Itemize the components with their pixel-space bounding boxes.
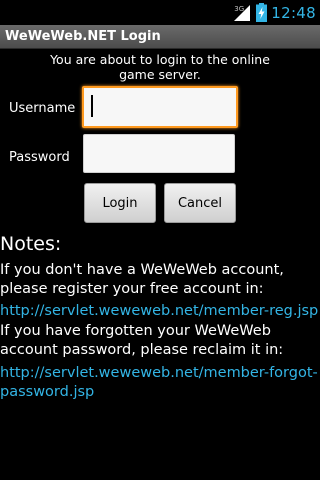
password-label: Password [9, 150, 70, 165]
notes-heading: Notes: [0, 233, 62, 255]
signal-indicator: 3G [232, 4, 252, 22]
cancel-button[interactable]: Cancel [164, 183, 236, 223]
register-note: If you don't have a WeWeWeb account, ple… [0, 262, 284, 297]
window-title: WeWeWeb.NET Login [5, 29, 161, 44]
battery-indicator [256, 3, 268, 22]
status-bar: 3G 12:48 [0, 0, 320, 25]
register-link[interactable]: http://servlet.weweweb.net/member-reg.js… [0, 302, 320, 321]
text-cursor [91, 95, 93, 117]
network-type-label: 3G [234, 4, 245, 13]
battery-charging-icon [256, 3, 268, 22]
forgot-note: If you have forgotten your WeWeWeb accou… [0, 323, 284, 358]
username-input[interactable] [82, 86, 238, 128]
login-button[interactable]: Login [84, 183, 156, 223]
intro-text: You are about to login to the online gam… [50, 52, 270, 82]
password-input[interactable] [83, 134, 235, 173]
forgot-password-link[interactable]: http://servlet.weweweb.net/member-forgot… [0, 364, 320, 402]
title-bar: WeWeWeb.NET Login [0, 25, 320, 49]
status-clock: 12:48 [271, 3, 316, 22]
status-icons: 3G 12:48 [232, 0, 316, 25]
username-label: Username [9, 101, 76, 116]
